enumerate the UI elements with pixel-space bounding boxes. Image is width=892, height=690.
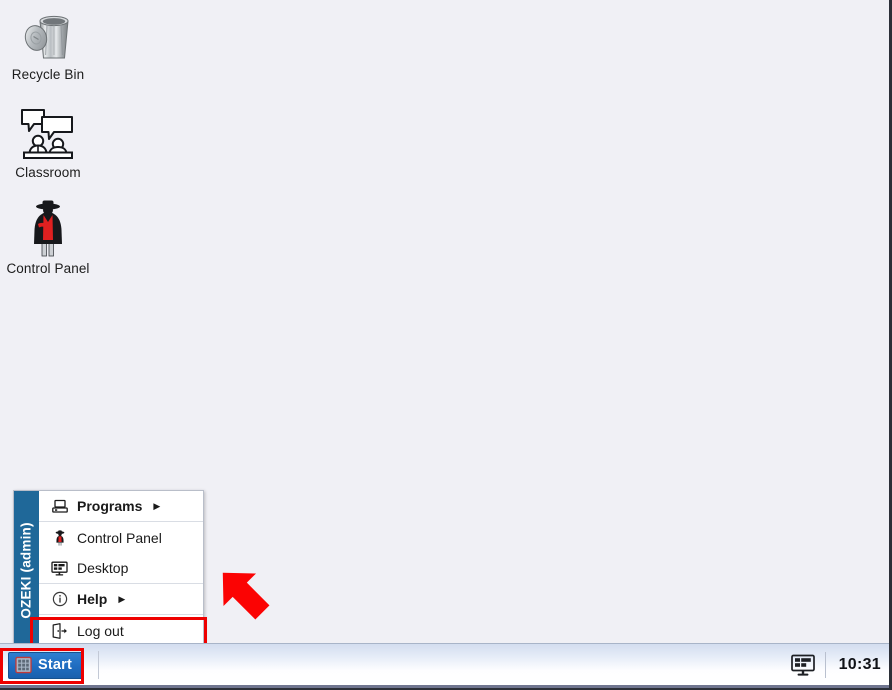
start-menu-user-label: OZEKI (admin) xyxy=(19,522,35,619)
annotation-arrow-to-logout xyxy=(208,562,280,631)
monitor-icon xyxy=(51,560,68,577)
chevron-right-icon: ▶ xyxy=(153,500,161,511)
desktop-icon-label: Recycle Bin xyxy=(11,67,85,82)
control-panel-person-icon xyxy=(51,529,68,546)
programs-icon xyxy=(51,498,68,515)
menu-item-log-out[interactable]: Log out xyxy=(39,615,203,646)
desktop-icon-recycle-bin[interactable]: Recycle Bin xyxy=(2,6,94,83)
tray-divider xyxy=(825,652,826,678)
start-menu-user-sidebar: OZEKI (admin) xyxy=(14,491,39,650)
menu-item-programs[interactable]: Programs ▶ xyxy=(39,491,203,522)
system-tray: 10:31 xyxy=(790,650,881,680)
desktop-icon-control-panel[interactable]: Control Panel xyxy=(2,200,94,277)
desktop-icon-label: Classroom xyxy=(15,165,81,180)
menu-item-label: Desktop xyxy=(77,560,129,576)
control-panel-icon xyxy=(2,200,94,258)
windows-grid-icon xyxy=(15,656,32,674)
chevron-right-icon: ▶ xyxy=(118,593,126,604)
recycle-bin-icon xyxy=(2,6,94,64)
taskbar: Start 10:31 xyxy=(0,643,889,688)
taskbar-clock[interactable]: 10:31 xyxy=(835,656,881,674)
start-button-wrapper: Start xyxy=(0,644,85,687)
menu-item-label: Control Panel xyxy=(77,529,162,546)
menu-item-help[interactable]: Help ▶ xyxy=(39,584,203,615)
start-menu: OZEKI (admin) Programs ▶ Control Panel D… xyxy=(13,490,207,651)
desktop-icon-classroom[interactable]: Classroom xyxy=(2,104,94,181)
menu-item-label: Help xyxy=(77,591,108,607)
start-button-label: Start xyxy=(38,657,73,673)
info-circle-icon xyxy=(51,591,68,608)
desktop-icon-label: Control Panel xyxy=(6,261,90,276)
start-menu-item-list: Programs ▶ Control Panel Desktop Help ▶ … xyxy=(39,491,203,650)
menu-item-label: Programs xyxy=(77,498,143,514)
classroom-icon xyxy=(2,104,94,162)
menu-item-desktop[interactable]: Desktop xyxy=(39,553,203,584)
menu-item-label: Log out xyxy=(77,622,124,639)
start-button[interactable]: Start xyxy=(8,651,85,679)
logout-door-icon xyxy=(51,622,68,639)
taskbar-divider xyxy=(98,651,100,679)
menu-item-control-panel[interactable]: Control Panel xyxy=(39,522,203,553)
monitor-icon[interactable] xyxy=(790,653,816,677)
desktop: Recycle Bin Classroom Control Panel OZEK… xyxy=(0,0,892,690)
